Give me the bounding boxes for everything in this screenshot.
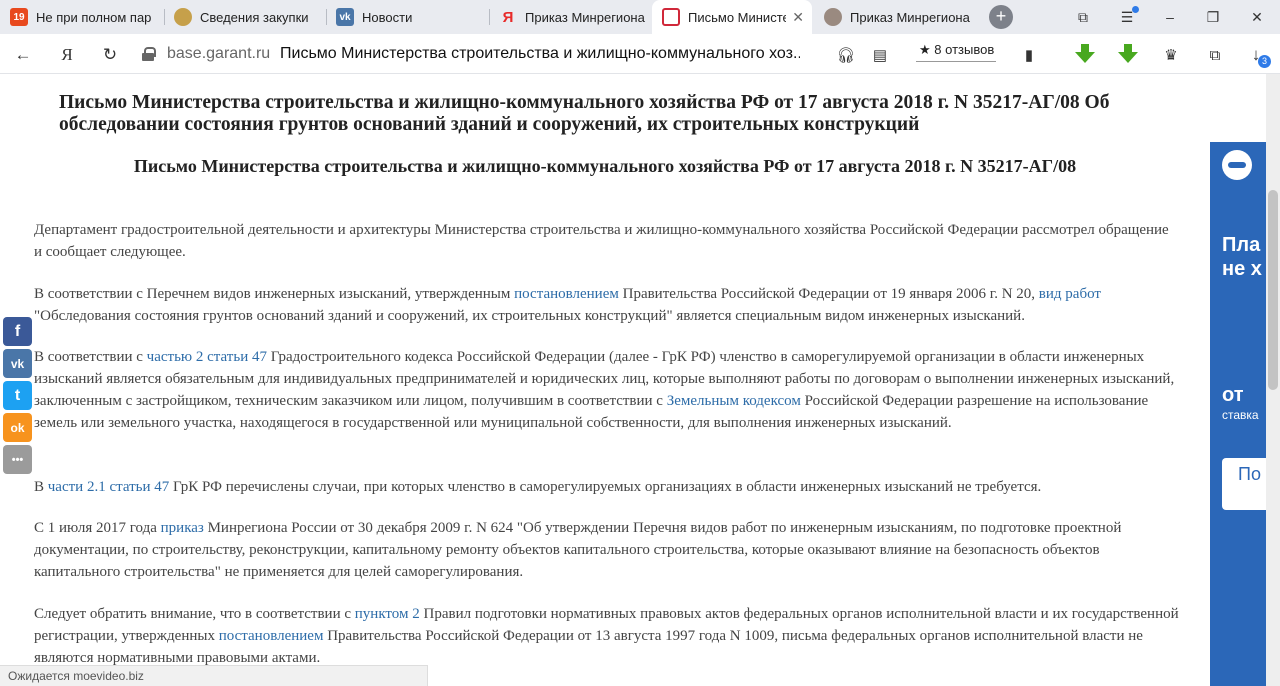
ad-text-3: от [1222, 384, 1244, 406]
translate-icon[interactable]: ⧉ [1204, 44, 1226, 66]
more-icon: ••• [11, 453, 24, 466]
ad-background: Пла не х от ставка По к [1210, 142, 1266, 686]
download-extension-2-icon[interactable] [1118, 44, 1138, 64]
article-subheading: Письмо Министерства строительства и жили… [133, 156, 1077, 176]
ad-logo-icon [1222, 150, 1252, 180]
paragraph-5: С 1 июля 2017 года приказ Минрегиона Рос… [34, 520, 1122, 580]
tab-label: Новости [362, 9, 413, 25]
tab-label: Письмо Министе [688, 9, 786, 25]
reviews-button[interactable]: ★ 8 отзывов [916, 40, 997, 62]
paragraph-1: Департамент градостроительной деятельнос… [34, 222, 1169, 260]
ad-banner[interactable]: Пла не х от ставка По к [1210, 74, 1266, 686]
tab-collection-icon[interactable]: ⧉ [1073, 7, 1093, 27]
decree-1009-link[interactable]: постановлением [219, 628, 324, 644]
tab-1[interactable]: 19 Не при полном пар [0, 0, 160, 34]
vk-share-button[interactable]: vk [3, 349, 32, 378]
ad-text-4: ставка [1222, 408, 1259, 422]
order-link[interactable]: приказ [161, 520, 204, 536]
ad-text-1: Пла [1222, 234, 1261, 256]
reload-icon[interactable]: ↻ [99, 44, 121, 66]
notification-dot [1132, 6, 1139, 13]
reader-mode-icon[interactable]: ▤ [869, 44, 891, 66]
work-type-link[interactable]: вид работ [1039, 286, 1101, 302]
tab-label: Приказ Минрегиона [525, 9, 645, 25]
twitter-share-button[interactable]: t [3, 381, 32, 410]
ad-cta-button[interactable]: По к [1222, 458, 1266, 510]
ad-text-2: не х [1222, 258, 1262, 280]
restore-icon[interactable]: ❐ [1203, 7, 1223, 27]
garant-icon [662, 8, 680, 26]
more-share-button[interactable]: ••• [3, 445, 32, 474]
site-19-icon: 19 [10, 8, 28, 26]
extension-icon[interactable]: ♛ [1160, 44, 1182, 66]
odnoklassniki-share-button[interactable]: ok [3, 413, 32, 442]
download-extension-icon[interactable] [1075, 44, 1095, 64]
paragraph-3: В соответствии с частью 2 статьи 47 Град… [34, 349, 1175, 431]
odnoklassniki-icon: ok [10, 420, 25, 435]
article-47-part-2-link[interactable]: частью 2 статьи 47 [147, 349, 267, 365]
facebook-share-button[interactable]: f [3, 317, 32, 346]
tab-3[interactable]: vk Новости [326, 0, 486, 34]
article-content: Письмо Министерства строительства и жили… [0, 74, 1210, 686]
yandex-icon: Я [502, 8, 514, 26]
lock-icon[interactable] [142, 47, 156, 61]
avatar-icon [824, 8, 842, 26]
url-domain[interactable]: base.garant.ru [167, 45, 270, 63]
tab-5-active[interactable]: Письмо Министе ✕ [652, 0, 812, 34]
navigation-bar: ← Я ↻ base.garant.ru Письмо Министерства… [0, 34, 1280, 74]
clause-2-link[interactable]: пунктом 2 [355, 606, 420, 622]
paragraph-2: В соответствии с Перечнем видов инженерн… [34, 286, 1101, 324]
facebook-icon: f [14, 322, 21, 340]
emblem-icon [174, 8, 192, 26]
article-heading: Письмо Министерства строительства и жили… [59, 92, 1110, 135]
tab-label: Не при полном пар [36, 9, 152, 25]
tab-2[interactable]: Сведения закупки [164, 0, 324, 34]
reviews-label: 8 отзывов [934, 42, 995, 57]
land-code-link[interactable]: Земельным кодексом [667, 393, 801, 409]
tab-6[interactable]: Приказ Минрегиона [814, 0, 974, 34]
decree-link[interactable]: постановлением [514, 286, 619, 302]
downloads-count-badge: 3 [1258, 55, 1271, 68]
vk-icon: vk [336, 8, 354, 26]
tab-strip: 19 Не при полном пар Сведения закупки vk… [0, 0, 1280, 34]
minimize-icon[interactable]: – [1160, 7, 1180, 27]
vk-icon: vk [10, 356, 25, 371]
new-tab-button[interactable]: + [989, 5, 1013, 29]
paragraph-4: В части 2.1 статьи 47 ГрК РФ перечислены… [34, 479, 1042, 495]
article-47-part-2-1-link[interactable]: части 2.1 статьи 47 [48, 479, 170, 495]
status-bar: Ожидается moevideo.biz [0, 665, 428, 686]
paragraph-6: Следует обратить внимание, что в соответ… [34, 606, 1179, 666]
headphones-icon[interactable]: 🎧︎ [835, 44, 857, 66]
close-tab-icon[interactable]: ✕ [792, 9, 804, 26]
page-title-in-address-bar[interactable]: Письмо Министерства строительства и жили… [280, 45, 800, 63]
star-icon: ★ [919, 42, 931, 57]
tab-label: Сведения закупки [200, 9, 309, 25]
scrollbar-thumb[interactable] [1268, 190, 1278, 390]
bookmark-icon[interactable]: ▮ [1018, 44, 1040, 66]
back-icon[interactable]: ← [12, 44, 34, 66]
close-window-icon[interactable]: ✕ [1247, 7, 1267, 27]
tab-label: Приказ Минрегиона [850, 9, 970, 25]
tab-4[interactable]: Я Приказ Минрегиона [489, 0, 649, 34]
yandex-home-icon[interactable]: Я [56, 44, 78, 66]
twitter-icon: t [14, 386, 21, 404]
